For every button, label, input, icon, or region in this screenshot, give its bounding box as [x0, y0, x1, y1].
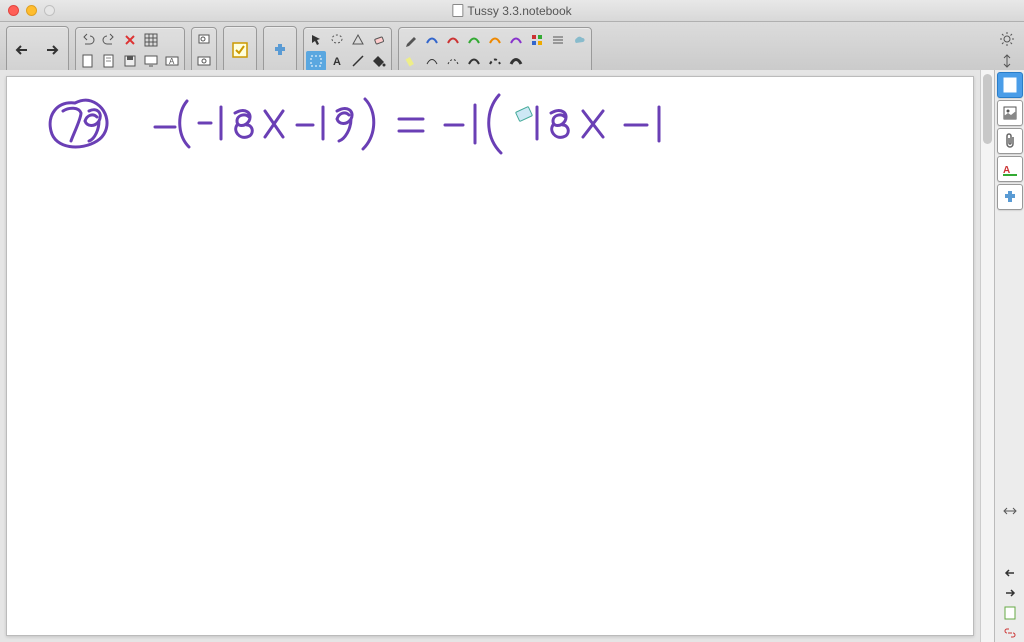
right-tools: [996, 29, 1018, 71]
nav-group: [6, 26, 69, 74]
zoom-window-icon[interactable]: [44, 5, 55, 16]
workspace: A: [0, 70, 1024, 642]
forward-button[interactable]: [38, 29, 66, 71]
stroke-purple-button[interactable]: [506, 30, 526, 50]
dash1-button[interactable]: [422, 51, 442, 71]
titlebar: Tussy 3.3.notebook: [0, 0, 1024, 22]
attachments-tab[interactable]: [997, 128, 1023, 154]
undo-button[interactable]: [78, 30, 98, 50]
open-button[interactable]: [99, 51, 119, 71]
cloud-button[interactable]: [569, 30, 589, 50]
view-group: [191, 27, 217, 74]
window-title: Tussy 3.3.notebook: [452, 4, 571, 18]
text-tool-button[interactable]: A: [327, 51, 347, 71]
text-box-button[interactable]: A: [162, 51, 182, 71]
file-group: A: [75, 27, 185, 74]
new-page-button[interactable]: [78, 51, 98, 71]
vertical-scrollbar[interactable]: [980, 70, 994, 642]
expand-button[interactable]: [999, 502, 1021, 520]
pen-button[interactable]: [401, 30, 421, 50]
capture-button[interactable]: [194, 51, 214, 71]
dash5-button[interactable]: [506, 51, 526, 71]
select-group: A: [303, 27, 392, 74]
stroke-green-button[interactable]: [464, 30, 484, 50]
canvas-wrap: [0, 70, 980, 642]
stroke-blue-button[interactable]: [422, 30, 442, 50]
text-style-tab[interactable]: A: [997, 156, 1023, 182]
checkbox-button[interactable]: [226, 29, 254, 71]
next-page-button[interactable]: [999, 584, 1021, 602]
line-settings-button[interactable]: [548, 30, 568, 50]
document-icon: [452, 4, 463, 17]
link-button[interactable]: [999, 624, 1021, 642]
gear-button[interactable]: [996, 29, 1018, 49]
resize-button[interactable]: [996, 51, 1018, 71]
back-button[interactable]: [9, 29, 37, 71]
canvas[interactable]: [6, 76, 974, 636]
addon-button[interactable]: [266, 29, 294, 71]
line-tool-button[interactable]: [348, 51, 368, 71]
addons-tab[interactable]: [997, 184, 1023, 210]
marquee-button[interactable]: [306, 51, 326, 71]
delete-button[interactable]: [120, 30, 140, 50]
page-tab[interactable]: [997, 72, 1023, 98]
page-doc-button[interactable]: [999, 604, 1021, 622]
eraser-button[interactable]: [369, 30, 389, 50]
pointer-button[interactable]: [306, 30, 326, 50]
scrollbar-thumb[interactable]: [983, 74, 992, 144]
addon-group: [263, 26, 297, 74]
handwriting-layer: [7, 77, 967, 277]
svg-text:A: A: [169, 57, 175, 66]
pen-group: [398, 27, 592, 74]
svg-text:A: A: [333, 56, 341, 68]
window-controls: [8, 5, 55, 16]
redo-button[interactable]: [99, 30, 119, 50]
highlighter-button[interactable]: [401, 51, 421, 71]
title-text: Tussy 3.3.notebook: [467, 4, 571, 18]
stroke-orange-button[interactable]: [485, 30, 505, 50]
lasso-button[interactable]: [327, 30, 347, 50]
dash2-button[interactable]: [443, 51, 463, 71]
minimize-window-icon[interactable]: [26, 5, 37, 16]
check-group: [223, 26, 257, 74]
stroke-red-button[interactable]: [443, 30, 463, 50]
gallery-tab[interactable]: [997, 100, 1023, 126]
table-button[interactable]: [141, 30, 161, 50]
close-window-icon[interactable]: [8, 5, 19, 16]
dash4-button[interactable]: [485, 51, 505, 71]
dash3-button[interactable]: [464, 51, 484, 71]
side-panel: A: [994, 70, 1024, 642]
shape-button[interactable]: [348, 30, 368, 50]
prev-page-button[interactable]: [999, 564, 1021, 582]
save-button[interactable]: [120, 51, 140, 71]
fill-button[interactable]: [369, 51, 389, 71]
palette-button[interactable]: [527, 30, 547, 50]
screen-button[interactable]: [141, 51, 161, 71]
zoom-button[interactable]: [194, 30, 214, 50]
